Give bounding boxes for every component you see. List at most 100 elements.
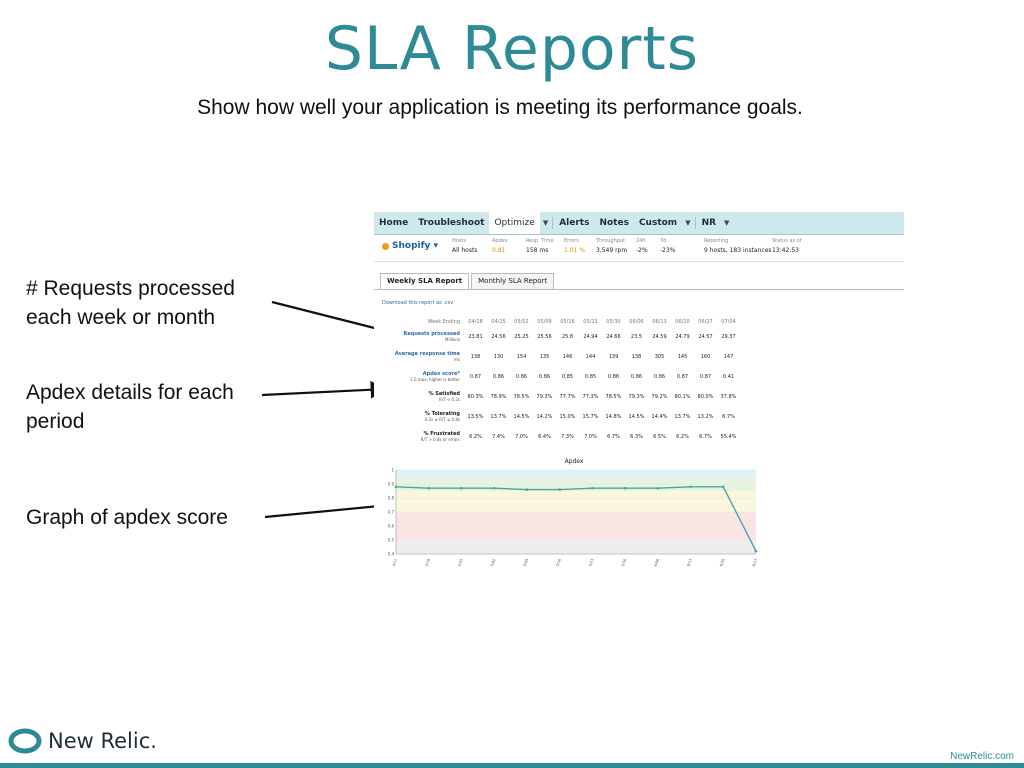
x-tick-label: 5/16 <box>555 558 562 568</box>
stat-value: -23% <box>660 247 676 254</box>
stat-resp-time: Resp. Time 158 ms <box>526 238 554 254</box>
chart-band <box>396 470 756 479</box>
week-header: 04/18 <box>468 318 483 325</box>
stat-value: All hosts <box>452 247 478 254</box>
stat-label: Apdex <box>492 238 508 244</box>
table-cell: 0.86 <box>607 374 620 380</box>
week-header: 04/25 <box>491 318 506 325</box>
stat-7d: 7d -23% <box>660 238 676 254</box>
y-tick-label: 0.5 <box>388 538 394 543</box>
week-header: 06/06 <box>629 318 644 325</box>
brand-logo: New Relic. <box>8 728 157 754</box>
chevron-down-icon[interactable]: ▼ <box>540 219 551 227</box>
table-cell: 6.7% <box>607 434 620 440</box>
table-cell: 24.79 <box>675 334 690 340</box>
y-tick-label: 0.6 <box>388 524 394 529</box>
stat-label: 7d <box>660 238 667 244</box>
table-row: % Frustrated R/T > 0.8s or errors 6.2% 7.4%… <box>380 427 740 447</box>
stat-value: 13:42:53 <box>772 247 799 254</box>
report-tabs: Weekly SLA Report Monthly SLA Report <box>380 273 556 289</box>
row-label-sub: 0.2s ≤ R/T ≤ 0.8s <box>424 417 460 422</box>
app-selector[interactable]: Shopify ▾ <box>392 241 438 251</box>
table-row: % Satisfied R/T < 0.2s 80.3% 78.9% 78.5% 79.3… <box>380 387 740 407</box>
y-tick-label: 0.4 <box>388 552 394 557</box>
nav-nr[interactable]: NR <box>697 218 721 228</box>
table-cell: 80.0% <box>697 394 714 400</box>
stat-value: -2% <box>636 247 648 254</box>
arrow-graph <box>264 497 393 519</box>
top-nav: Home Troubleshoot Optimize ▼ Alerts Note… <box>374 212 904 235</box>
week-header: 05/23 <box>583 318 598 325</box>
app-status-bar: Shopify ▾ Hosts All hosts Apdex 0.81 Resp.… <box>374 235 904 262</box>
stat-value: 158 ms <box>526 247 549 254</box>
tab-monthly-sla[interactable]: Monthly SLA Report <box>471 273 555 289</box>
nav-alerts[interactable]: Alerts <box>554 218 594 228</box>
stat-hosts[interactable]: Hosts All hosts <box>452 238 477 254</box>
stat-label: Status as of <box>772 238 802 244</box>
table-cell: 24.56 <box>491 334 506 340</box>
table-cell: 24.57 <box>698 334 713 340</box>
table-cell: 154 <box>516 354 527 360</box>
table-cell: 77.7% <box>559 394 576 400</box>
stat-label: Throughput <box>596 238 626 244</box>
table-cell: 80.3% <box>467 394 484 400</box>
x-tick-label: 6/20 <box>719 558 726 568</box>
brand-name: New Relic. <box>48 729 157 753</box>
table-cell: 79.2% <box>651 394 668 400</box>
apdex-point <box>427 486 431 490</box>
week-header: 05/30 <box>606 318 621 325</box>
footer-bar <box>0 763 1024 768</box>
table-cell: 79.3% <box>536 394 553 400</box>
table-cell: 6.7% <box>699 434 712 440</box>
tab-weekly-sla[interactable]: Weekly SLA Report <box>380 273 470 289</box>
table-cell: 24.66 <box>606 334 621 340</box>
table-cell: 13.5% <box>467 414 484 420</box>
chevron-down-icon[interactable]: ▼ <box>721 219 732 227</box>
nav-notes[interactable]: Notes <box>594 218 633 228</box>
table-cell: 7.4% <box>492 434 505 440</box>
stat-value: 0.81 <box>492 247 506 254</box>
row-label: % Satisfied R/T < 0.2s <box>380 387 464 407</box>
table-cell: 7.3% <box>561 434 574 440</box>
week-ending-header: Week Ending <box>427 318 460 325</box>
apdex-point <box>591 486 594 490</box>
stat-label: Errors <box>564 238 579 244</box>
table-cell: 37.8% <box>720 394 737 400</box>
download-csv-link[interactable]: Download this report as .csv <box>382 300 453 306</box>
apdex-point <box>689 485 692 489</box>
nav-optimize[interactable]: Optimize <box>489 212 540 234</box>
table-cell: 146 <box>562 354 573 360</box>
apdex-point <box>656 486 660 490</box>
table-cell: 15.7% <box>582 414 599 420</box>
table-cell: 15.0% <box>559 414 576 420</box>
chart-band <box>396 540 756 554</box>
nav-divider <box>694 217 696 229</box>
nav-home[interactable]: Home <box>374 218 413 228</box>
chevron-down-icon[interactable]: ▼ <box>682 219 693 227</box>
table-cell: 79.3% <box>628 394 645 400</box>
nav-troubleshoot[interactable]: Troubleshoot <box>413 218 489 228</box>
table-cell: 0.86 <box>515 374 528 380</box>
table-cell: 145 <box>677 354 688 360</box>
table-cell: 135 <box>539 354 550 360</box>
apdex-point <box>721 485 725 489</box>
table-cell: 13.7% <box>490 414 507 420</box>
apdex-point <box>623 486 627 490</box>
table-cell: 0.86 <box>653 374 666 380</box>
table-cell: 78.5% <box>605 394 622 400</box>
row-label-sub: R/T < 0.2s <box>439 397 460 402</box>
x-tick-label: 6/06 <box>654 558 661 568</box>
nav-divider <box>552 217 554 229</box>
chart-title: Apdex <box>564 458 584 465</box>
table-cell: 78.5% <box>513 394 530 400</box>
table-cell: 14.5% <box>628 414 645 420</box>
row-label-sub: 1.0 max; higher is better <box>410 377 460 382</box>
nav-custom[interactable]: Custom <box>634 218 682 228</box>
table-cell: 13.7% <box>674 414 691 420</box>
table-cell: 147 <box>723 354 734 360</box>
stat-apdex: Apdex 0.81 <box>492 238 508 254</box>
table-cell: 6.4% <box>538 434 551 440</box>
table-cell: 0.86 <box>630 374 643 380</box>
x-tick-label: 6/27 <box>752 558 759 567</box>
apdex-point <box>394 485 398 489</box>
